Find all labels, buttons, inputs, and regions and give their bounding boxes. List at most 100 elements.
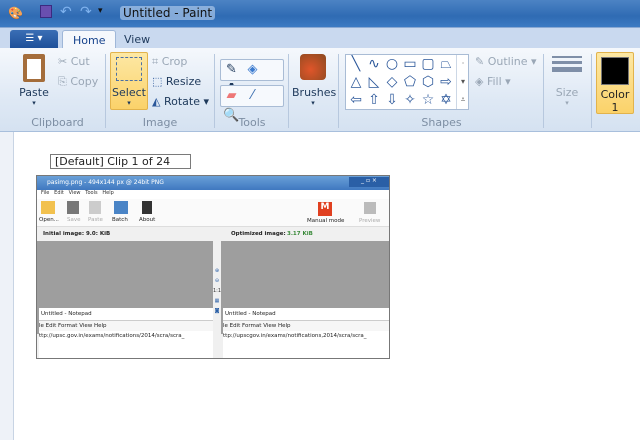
right-arrow-shape-icon[interactable]: ⇨ — [437, 73, 455, 91]
shot-menu-help: Help — [102, 190, 114, 196]
shot-paste: Paste — [88, 217, 103, 223]
select-button[interactable]: Select ▾ — [110, 52, 148, 110]
fill-button[interactable]: ◈ Fill ▾ — [475, 75, 511, 88]
paint-app-icon[interactable]: 🎨 — [8, 6, 23, 20]
window-title: Untitled - Paint — [120, 6, 216, 20]
line-size-icon — [552, 56, 582, 72]
size-button[interactable]: Size ▾ — [548, 56, 586, 107]
tab-view[interactable]: View — [114, 30, 160, 50]
color1-swatch — [601, 57, 629, 85]
color-picker-icon[interactable]: ⁄ — [242, 86, 263, 106]
tab-home[interactable]: Home — [62, 30, 117, 50]
shot-np-title: Untitled - Notepad — [41, 311, 92, 317]
tools-row-2: ▰ ⁄🔍 — [220, 85, 284, 123]
divider — [338, 54, 339, 128]
curve-shape-icon[interactable]: ∿ — [365, 55, 383, 73]
divider — [543, 54, 544, 128]
title-bar: 🎨 ↶ ↷ ▾ Untitled - Paint — [0, 0, 640, 27]
oval-shape-icon[interactable]: ○ — [383, 55, 401, 73]
shot-window-controls: _ ▫ × — [349, 177, 389, 187]
shot-preview: Preview — [359, 218, 381, 224]
shot-manual-mode-icon: M — [318, 202, 332, 216]
select-label: Select — [112, 86, 146, 99]
ribbon: Paste ▾ ✂ Cut ⎘ Copy Clipboard Select ▾ ⌗ … — [0, 48, 640, 132]
paste-button[interactable]: Paste ▾ — [16, 54, 52, 107]
color1-number: 1 — [611, 101, 619, 114]
copy-button[interactable]: ⎘ Copy — [58, 75, 98, 89]
crop-button[interactable]: ⌗ Crop — [152, 55, 187, 69]
shot-open: Open... — [39, 217, 59, 223]
canvas-margin — [0, 132, 14, 440]
shot-zoom-ratio: 1:1 — [212, 288, 222, 294]
diamond-shape-icon[interactable]: ◇ — [383, 73, 401, 91]
fill-bucket-icon[interactable]: ◈ — [242, 60, 263, 80]
divider — [288, 54, 289, 128]
tab-row: ☰ ▾ Home View — [0, 27, 640, 50]
shapes-gallery[interactable]: ╲ ∿ ○ ▭ ▢ ⏢ △ ◺ ◇ ⬠ ⬡ ⇨ ⇦ ⇧ ⇩ ✧ ☆ ✡ · ▾ ⩡ — [345, 54, 469, 110]
down-arrow-shape-icon[interactable]: ⇩ — [383, 91, 401, 109]
rotate-button[interactable]: ◭ Rotate ▾ — [152, 95, 209, 108]
shot-preview-icon — [364, 202, 376, 214]
pentagon-shape-icon[interactable]: ⬠ — [401, 73, 419, 91]
shot-menu-bar: File Edit View Tools Help — [37, 190, 389, 199]
eraser-icon[interactable]: ▰ — [221, 86, 242, 106]
group-label-clipboard: Clipboard — [31, 116, 84, 129]
rectangle-shape-icon[interactable]: ▭ — [401, 55, 419, 73]
rotate-label: Rotate — [163, 95, 200, 108]
shot-title-bar: pasimg.png - 494x144 px @ 24bit PNG — [37, 176, 389, 190]
brushes-button[interactable]: Brushes ▾ — [292, 54, 337, 107]
shot-batch: Batch — [112, 217, 128, 223]
outline-button[interactable]: ✎ Outline ▾ — [475, 55, 537, 68]
pasted-screenshot[interactable]: pasimg.png - 494x144 px @ 24bit PNG _ ▫ … — [36, 175, 390, 359]
resize-button[interactable]: ⬚ Resize — [152, 75, 201, 88]
copy-icon: ⎘ — [58, 75, 67, 88]
crop-icon: ⌗ — [152, 55, 159, 68]
group-label-image: Image — [142, 116, 178, 129]
shot-initial-size: Initial image: 9.0: KiB — [43, 231, 111, 237]
selection-icon — [116, 57, 142, 81]
redo-icon[interactable]: ↷ — [80, 4, 92, 20]
group-label-shapes: Shapes — [421, 116, 462, 129]
undo-icon[interactable]: ↶ — [60, 4, 72, 20]
shot-optimized-label: Optimized image: — [231, 231, 286, 237]
four-point-star-shape-icon[interactable]: ✧ — [401, 91, 419, 109]
crop-label: Crop — [161, 55, 188, 68]
shot-right-notepad: Untitled - Notepad le Edit Format View H… — [223, 308, 389, 358]
six-point-star-shape-icon[interactable]: ✡ — [437, 91, 455, 109]
customize-qat-icon[interactable]: ▾ — [98, 6, 103, 16]
shot-paste-icon — [89, 201, 101, 214]
group-label-tools: Tools — [238, 116, 266, 129]
shot-np-menu: le Edit Format View Help — [223, 320, 389, 331]
shot-np-title: Untitled - Notepad — [225, 311, 276, 317]
left-arrow-shape-icon[interactable]: ⇦ — [347, 91, 365, 109]
right-triangle-shape-icon[interactable]: ◺ — [365, 73, 383, 91]
polygon-shape-icon[interactable]: ⏢ — [437, 55, 455, 73]
shot-open-icon — [41, 201, 55, 214]
save-icon[interactable] — [40, 5, 52, 18]
hexagon-shape-icon[interactable]: ⬡ — [419, 73, 437, 91]
five-point-star-shape-icon[interactable]: ☆ — [419, 91, 437, 109]
paint-menu-button[interactable]: ☰ ▾ — [10, 30, 58, 49]
shot-zoom-controls: ⊕ ⊖ 1:1 ▦ ◙ — [212, 268, 222, 314]
divider — [591, 54, 592, 128]
shapes-scroll[interactable]: · ▾ ⩡ — [456, 55, 469, 109]
shot-toolbar: Open... Save Paste Batch About M Manual … — [37, 199, 389, 227]
shot-about: About — [139, 217, 156, 223]
shot-manual-mode: Manual mode — [307, 218, 345, 224]
up-arrow-shape-icon[interactable]: ⇧ — [365, 91, 383, 109]
tools-row-1: ✎◈A — [220, 59, 284, 97]
resize-label: Resize — [165, 75, 202, 88]
line-shape-icon[interactable]: ╲ — [347, 55, 365, 73]
shot-save: Save — [67, 217, 81, 223]
clip-label-box: [Default] Clip 1 of 24 — [50, 154, 191, 169]
shot-optimized-size: 3.17 KiB — [287, 231, 313, 237]
brushes-label: Brushes — [292, 86, 337, 99]
shot-np-text: ttp://upscgov.in/exams/notifications,201… — [223, 333, 367, 339]
color1-button[interactable]: Color 1 — [596, 52, 634, 114]
rounded-rectangle-shape-icon[interactable]: ▢ — [419, 55, 437, 73]
brush-icon — [300, 54, 326, 80]
pencil-icon[interactable]: ✎ — [221, 60, 242, 80]
cut-button[interactable]: ✂ Cut — [58, 55, 90, 68]
size-label: Size — [555, 86, 579, 99]
triangle-shape-icon[interactable]: △ — [347, 73, 365, 91]
